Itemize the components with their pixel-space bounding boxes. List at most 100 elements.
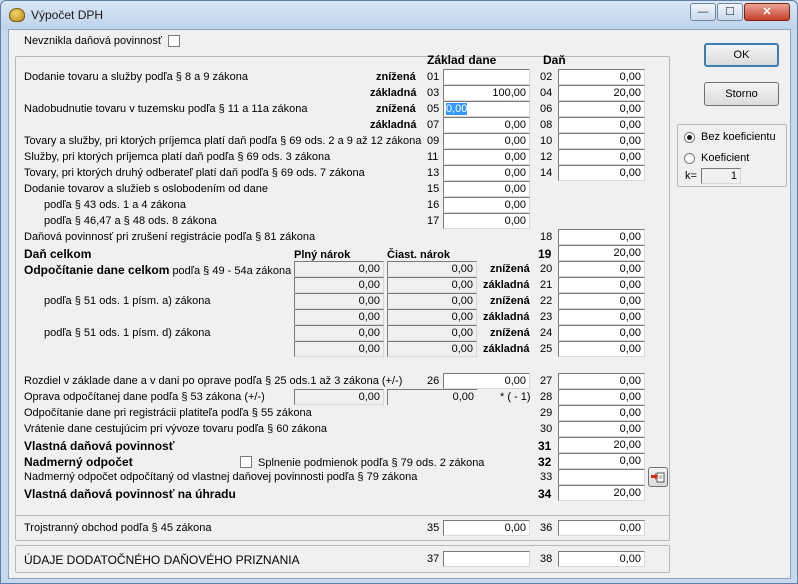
field-35[interactable]: 0,00 (443, 520, 530, 536)
field-38[interactable]: 0,00 (558, 551, 645, 567)
num-24: 24 (540, 327, 553, 339)
num-33: 33 (540, 471, 553, 483)
plny-25[interactable]: 0,00 (294, 341, 384, 357)
dph-window: Výpočet DPH — ☐ ✕ Nevznikla daňová povin… (0, 0, 798, 584)
ciast-20[interactable]: 0,00 (387, 261, 477, 277)
storno-button[interactable]: Storno (704, 82, 779, 106)
field-29[interactable]: 0,00 (558, 405, 645, 421)
num-36: 36 (540, 522, 553, 534)
field-05[interactable]: 0,00 (443, 101, 530, 117)
plny-24[interactable]: 0,00 (294, 325, 384, 341)
close-button[interactable]: ✕ (744, 3, 790, 21)
plny-20[interactable]: 0,00 (294, 261, 384, 277)
label-znizena: znížená (490, 327, 530, 339)
field-25[interactable]: 0,00 (558, 341, 645, 357)
label-koeficient: Koeficient (701, 152, 750, 164)
plny-22[interactable]: 0,00 (294, 293, 384, 309)
field-34[interactable]: 20,00 (558, 485, 645, 501)
field-04[interactable]: 20,00 (558, 85, 645, 101)
field-18[interactable]: 0,00 (558, 229, 645, 245)
field-10[interactable]: 0,00 (558, 133, 645, 149)
field-30[interactable]: 0,00 (558, 421, 645, 437)
ciast-23[interactable]: 0,00 (387, 309, 477, 325)
field-36[interactable]: 0,00 (558, 520, 645, 536)
field-19[interactable]: 20,00 (558, 245, 645, 261)
num-04: 04 (540, 87, 553, 99)
label-tovary-69-7: Tovary, pri ktorých druhý odberateľ plat… (24, 167, 365, 179)
title-bar[interactable]: Výpočet DPH — ☐ ✕ (1, 1, 797, 29)
field-33[interactable] (558, 469, 645, 485)
arrow-document-icon (651, 472, 665, 483)
splnenie-checkbox[interactable] (240, 456, 252, 468)
field-14[interactable]: 0,00 (558, 165, 645, 181)
num-17: 17 (427, 215, 440, 227)
label-zakladna: základná (483, 279, 530, 291)
field-31[interactable]: 20,00 (558, 437, 645, 453)
field-23[interactable]: 0,00 (558, 309, 645, 325)
field-03[interactable]: 100,00 (443, 85, 530, 101)
form-client-area: Nevznikla daňová povinnosť Základ dane D… (8, 29, 791, 579)
minimize-button[interactable]: — (690, 3, 716, 21)
num-20: 20 (540, 263, 553, 275)
num-07: 07 (427, 119, 440, 131)
num-16: 16 (427, 199, 440, 211)
field-11[interactable]: 0,00 (443, 149, 530, 165)
field-37[interactable] (443, 551, 530, 567)
ciast-21[interactable]: 0,00 (387, 277, 477, 293)
label-zakladna: základná (483, 311, 530, 323)
field-28[interactable]: 0,00 (558, 389, 645, 405)
ciast-25[interactable]: 0,00 (387, 341, 477, 357)
label-sluzby-69-3: Služby, pri ktorých príjemca platí daň p… (24, 151, 331, 163)
label-zakladna: základná (483, 343, 530, 355)
label-minus1: * ( - 1) (500, 391, 531, 403)
field-16[interactable]: 0,00 (443, 197, 530, 213)
label-odpocitanie-suffix: podľa § 49 - 54a zákona (172, 265, 292, 277)
num-01: 01 (427, 71, 440, 83)
oprava-plny[interactable]: 0,00 (294, 389, 384, 405)
field-24[interactable]: 0,00 (558, 325, 645, 341)
field-13[interactable]: 0,00 (443, 165, 530, 181)
plny-23[interactable]: 0,00 (294, 309, 384, 325)
ok-button[interactable]: OK (704, 43, 779, 67)
nevznikla-checkbox[interactable] (168, 35, 180, 47)
num-12: 12 (540, 151, 553, 163)
radio-koeficient[interactable] (684, 153, 695, 164)
oprava-ciast[interactable]: 0,00 (387, 389, 477, 405)
field-01[interactable] (443, 69, 530, 85)
field-15[interactable]: 0,00 (443, 181, 530, 197)
field-17[interactable]: 0,00 (443, 213, 530, 229)
num-25: 25 (540, 343, 553, 355)
field-12[interactable]: 0,00 (558, 149, 645, 165)
field-20[interactable]: 0,00 (558, 261, 645, 277)
label-33: Nadmerný odpočet odpočítaný od vlastnej … (24, 471, 418, 483)
plny-21[interactable]: 0,00 (294, 277, 384, 293)
num-03: 03 (427, 87, 440, 99)
num-14: 14 (540, 167, 553, 179)
field-08[interactable]: 0,00 (558, 117, 645, 133)
field-07[interactable]: 0,00 (443, 117, 530, 133)
num-27: 27 (540, 375, 553, 387)
field-09[interactable]: 0,00 (443, 133, 530, 149)
num-29: 29 (540, 407, 553, 419)
maximize-button[interactable]: ☐ (717, 3, 743, 21)
ciast-22[interactable]: 0,00 (387, 293, 477, 309)
label-29: Odpočítanie dane pri registrácii platite… (24, 407, 312, 419)
label-nadmerny: Nadmerný odpočet (24, 455, 133, 469)
field-21[interactable]: 0,00 (558, 277, 645, 293)
field-06[interactable]: 0,00 (558, 101, 645, 117)
label-zrusenie: Daňová povinnosť pri zrušení registrácie… (24, 231, 316, 243)
calc-insert-button[interactable] (648, 467, 668, 487)
label-oslobodenie: Dodanie tovarov a služieb s oslobodením … (24, 183, 268, 195)
k-field[interactable]: 1 (701, 168, 741, 184)
ciast-24[interactable]: 0,00 (387, 325, 477, 341)
field-27[interactable]: 0,00 (558, 373, 645, 389)
field-02[interactable]: 0,00 (558, 69, 645, 85)
field-26[interactable]: 0,00 (443, 373, 530, 389)
num-23: 23 (540, 311, 553, 323)
field-22[interactable]: 0,00 (558, 293, 645, 309)
num-13: 13 (427, 167, 440, 179)
field-32[interactable]: 0,00 (558, 453, 645, 469)
radio-bez-koeficientu[interactable] (684, 132, 695, 143)
label-odpocitanie-bold: Odpočítanie dane celkom (24, 263, 170, 277)
label-bez-koeficientu: Bez koeficientu (701, 131, 776, 143)
